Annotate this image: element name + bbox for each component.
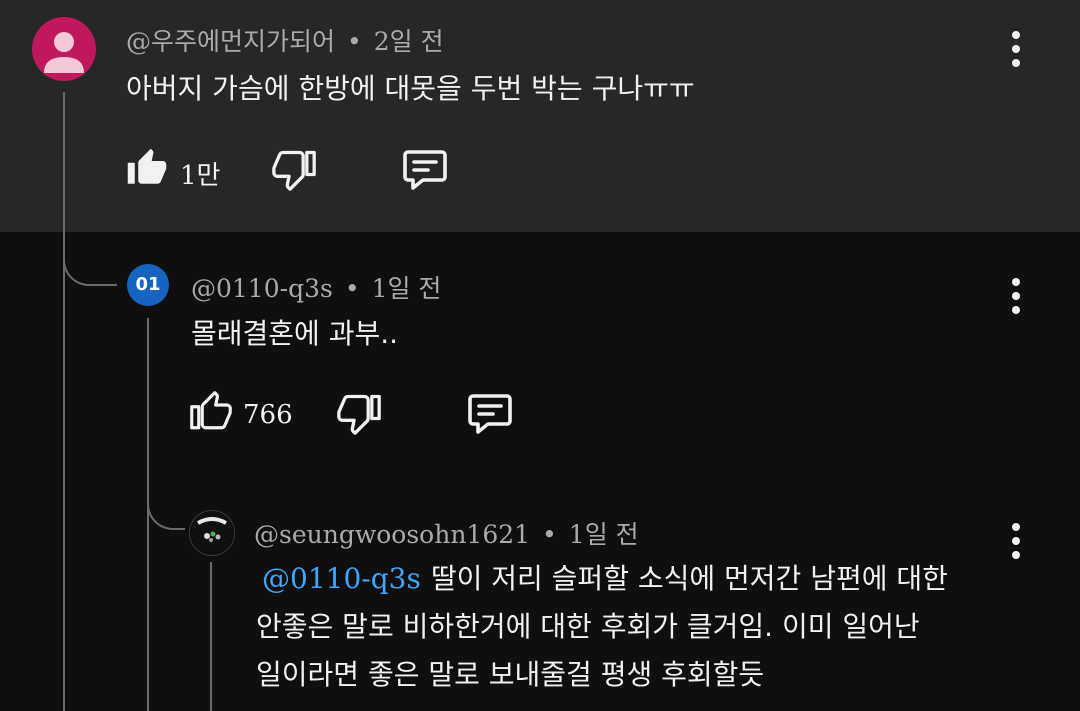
thumbs-down-icon[interactable]	[272, 147, 316, 191]
comment-text: 몰래결혼에 과부..	[191, 317, 399, 350]
like-count: 766	[243, 400, 293, 430]
comment-text: 아버지 가슴에 한방에 대못을 두번 박는 구나ㅠㅠ	[126, 72, 695, 105]
comment-text-line: @0110-q3s 딸이 저리 슬퍼할 소식에 먼저간 남편에 대한	[256, 555, 948, 603]
comment-meta: @0110-q3s • 1일 전	[191, 269, 441, 305]
comment-text-line: 안좋은 말로 비하한거에 대한 후회가 클거임. 이미 일어난	[256, 610, 920, 643]
thumbs-down-icon[interactable]	[337, 391, 381, 435]
thread-line-reply-2	[210, 562, 212, 711]
comment-text-segment: 딸이 저리 슬퍼할 소식에 먼저간 남편에 대한	[430, 562, 948, 595]
meta-separator: •	[344, 274, 360, 303]
comment-meta: @seungwoosohn1621 • 1일 전	[254, 515, 639, 551]
thread-curve-reply-2	[147, 480, 185, 530]
author-handle[interactable]: @0110-q3s	[191, 274, 333, 303]
default-user-icon	[44, 32, 84, 73]
comment-time[interactable]: 1일 전	[569, 520, 639, 549]
comment-time[interactable]: 1일 전	[372, 274, 442, 303]
meta-separator: •	[347, 27, 362, 56]
comment-icon[interactable]	[401, 147, 449, 193]
comment-icon[interactable]	[466, 391, 514, 437]
more-vert-icon[interactable]	[1004, 278, 1028, 314]
comment-meta: @우주에먼지가되어 • 2일 전	[126, 22, 444, 58]
comment-time[interactable]: 2일 전	[374, 27, 444, 56]
author-handle[interactable]: @우주에먼지가되어	[126, 27, 335, 56]
avatar[interactable]	[189, 510, 235, 556]
more-vert-icon[interactable]	[1004, 523, 1028, 559]
more-vert-icon[interactable]	[1004, 31, 1028, 67]
avatar[interactable]: 01	[127, 264, 169, 306]
comment-text: @0110-q3s 딸이 저리 슬퍼할 소식에 먼저간 남편에 대한 안좋은 말로…	[256, 555, 948, 699]
thread-line-main	[63, 92, 65, 711]
avatar-label: 01	[135, 274, 161, 295]
thread-curve-reply-1	[63, 230, 117, 286]
thumbs-up-icon[interactable]	[190, 391, 232, 433]
author-handle[interactable]: @seungwoosohn1621	[254, 520, 530, 549]
like-count: 1만	[180, 161, 221, 191]
mention-link[interactable]: @0110-q3s	[262, 562, 421, 595]
avatar[interactable]	[32, 17, 96, 81]
avatar-image	[191, 512, 233, 554]
comment-text-line: 일이라면 좋은 말로 보내줄걸 평생 후회할듯	[256, 658, 765, 691]
meta-separator: •	[542, 520, 557, 549]
thumbs-up-icon[interactable]	[126, 147, 168, 189]
